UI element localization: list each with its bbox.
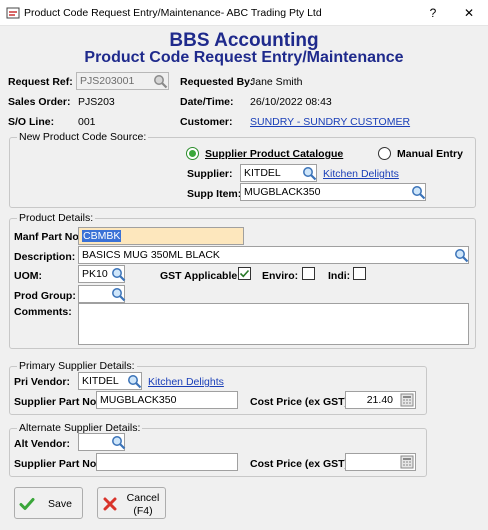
tick-icon <box>19 498 35 510</box>
uom-label: UOM: <box>14 270 42 282</box>
pri-vendor-lookup-icon[interactable] <box>127 374 142 389</box>
product-legend: Product Details: <box>17 212 96 224</box>
supp-item-field[interactable]: MUGBLACK350 <box>240 183 426 201</box>
customer-link[interactable]: SUNDRY - SUNDRY CUSTOMER <box>250 116 410 128</box>
window-title: Product Code Request Entry/Maintenance- … <box>24 7 322 19</box>
request-ref-value: PJS203001 <box>80 75 135 87</box>
manf-part-label: Manf Part No: <box>14 231 83 243</box>
alt-vendor-lookup-icon[interactable] <box>111 435 126 450</box>
cancel-shortcut-label: (F4) <box>133 505 153 517</box>
datetime-value: 26/10/2022 08:43 <box>250 96 332 108</box>
pri-vendor-label: Pri Vendor: <box>14 376 71 388</box>
description-lookup-icon[interactable] <box>454 248 469 263</box>
supplier-code-value: KITDEL <box>244 167 281 179</box>
sales-order-value: PJS203 <box>78 96 115 108</box>
description-field[interactable]: BASICS MUG 350ML BLACK <box>78 246 469 264</box>
uom-lookup-icon[interactable] <box>111 267 126 282</box>
prod-group-label: Prod Group: <box>14 290 76 302</box>
manual-radio-label[interactable]: Manual Entry <box>397 148 463 160</box>
primary-supplier-legend: Primary Supplier Details: <box>17 360 137 372</box>
pri-cost-value: 21.40 <box>366 394 393 406</box>
save-button[interactable]: Save <box>14 487 83 519</box>
requested-by-value: Jane Smith <box>250 76 303 88</box>
so-line-label: S/O Line: <box>8 116 55 128</box>
enviro-checkbox[interactable] <box>302 267 315 280</box>
help-button[interactable]: ? <box>423 4 443 22</box>
description-value: BASICS MUG 350ML BLACK <box>82 249 220 261</box>
alt-part-label: Supplier Part No: <box>14 458 100 470</box>
requested-by-label: Requested By: <box>180 76 254 88</box>
app-icon <box>6 6 20 20</box>
manf-part-value: CBMBK <box>82 230 122 242</box>
prod-group-lookup-icon[interactable] <box>111 287 126 302</box>
pri-vendor-value: KITDEL <box>82 375 119 387</box>
indi-checkbox[interactable] <box>353 267 366 280</box>
comments-label: Comments: <box>14 306 72 318</box>
request-ref-lookup-icon[interactable] <box>153 74 168 89</box>
alt-cost-calculator-icon[interactable] <box>400 455 414 469</box>
gst-label: GST Applicable: <box>160 270 241 282</box>
sales-order-label: Sales Order: <box>8 96 71 108</box>
source-legend: New Product Code Source: <box>17 131 149 143</box>
supplier-label: Supplier: <box>187 168 233 180</box>
manf-part-field[interactable]: CBMBK <box>78 227 244 245</box>
catalogue-radio[interactable] <box>186 147 199 160</box>
cancel-button-label: Cancel <box>126 492 160 504</box>
pri-part-value: MUGBLACK350 <box>100 394 177 406</box>
pri-vendor-name-link[interactable]: Kitchen Delights <box>148 376 224 388</box>
supplier-lookup-icon[interactable] <box>302 166 317 181</box>
pri-cost-calculator-icon[interactable] <box>400 393 414 407</box>
check-icon <box>239 269 250 278</box>
cancel-button[interactable]: Cancel (F4) <box>97 487 166 519</box>
alt-part-field[interactable] <box>96 453 238 471</box>
cross-icon <box>103 497 117 511</box>
supp-item-label: Supp Item: <box>187 188 242 200</box>
customer-label: Customer: <box>180 116 233 128</box>
pri-part-label: Supplier Part No: <box>14 396 100 408</box>
description-label: Description: <box>14 251 76 263</box>
save-button-label: Save <box>48 498 72 510</box>
close-button[interactable]: ✕ <box>459 4 479 22</box>
alt-vendor-label: Alt Vendor: <box>14 438 71 450</box>
pri-part-field[interactable]: MUGBLACK350 <box>96 391 238 409</box>
manual-radio[interactable] <box>378 147 391 160</box>
supplier-name-link[interactable]: Kitchen Delights <box>323 168 399 180</box>
uom-value: PK10 <box>82 268 108 280</box>
comments-textarea[interactable] <box>78 303 469 345</box>
catalogue-radio-label[interactable]: Supplier Product Catalogue <box>205 148 343 160</box>
page-title: Product Code Request Entry/Maintenance <box>84 49 404 66</box>
so-line-value: 001 <box>78 116 96 128</box>
request-ref-label: Request Ref: <box>8 76 73 88</box>
catalogue-accel: Supplier Product Catalogue <box>205 148 344 160</box>
alt-cost-label: Cost Price (ex GST): <box>250 458 352 470</box>
enviro-label: Enviro: <box>262 270 299 282</box>
indi-label: Indi: <box>328 270 351 282</box>
supp-item-value: MUGBLACK350 <box>244 186 321 198</box>
datetime-label: Date/Time: <box>180 96 234 108</box>
pri-cost-label: Cost Price (ex GST): <box>250 396 352 408</box>
supp-item-lookup-icon[interactable] <box>411 185 426 200</box>
gst-checkbox[interactable] <box>238 267 251 280</box>
